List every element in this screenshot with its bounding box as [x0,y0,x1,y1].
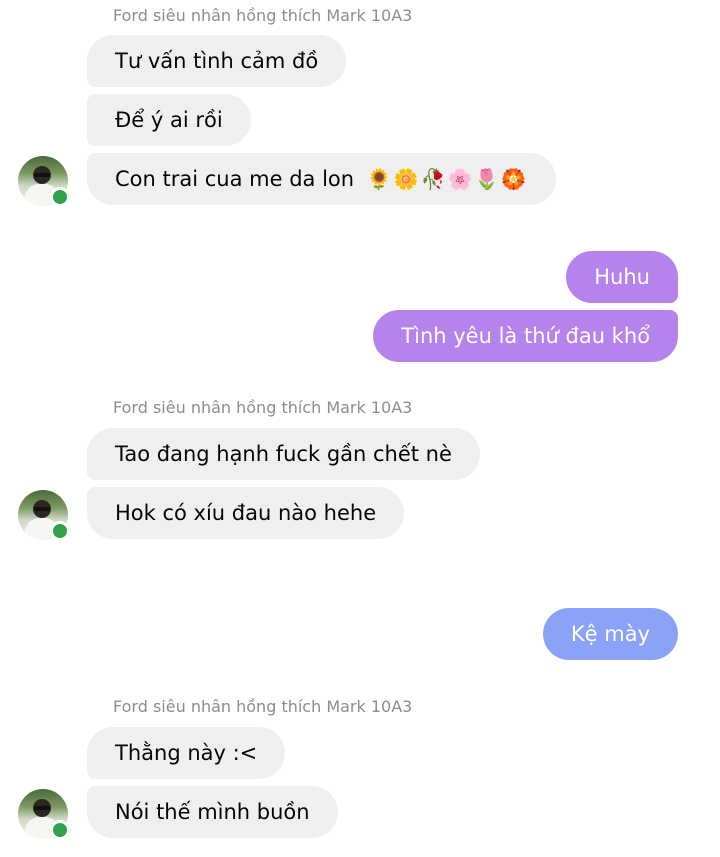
message-bubble[interactable]: Con trai cua me da lon 🌻 🌼 🥀 🌸 🌷 🏵️ [87,153,557,205]
message-text: Hok có xíu đau nào hehe [115,501,377,525]
message-text: Huhu [594,265,650,289]
message-text: Tư vấn tình cảm đồ [115,49,319,73]
blossom-emoji: 🌼 [393,167,419,191]
message-bubble[interactable]: Tao đang hạnh fuck gần chết nè [87,428,480,480]
message-bubble[interactable]: Huhu [566,251,678,303]
wilted-rose-emoji: 🥀 [420,167,446,191]
cherry-blossom-emoji: 🌸 [447,167,473,191]
message-text: Để ý ai rồi [115,108,223,132]
message-text: Kệ mày [570,622,650,646]
online-status-icon [50,820,70,840]
online-status-icon [50,521,70,541]
emoji-list: 🌻 🌼 🥀 🌸 🌷 🏵️ [367,153,528,205]
user-avatar-icon[interactable] [18,156,70,207]
message-text: Thằng này :< [115,741,258,765]
user-avatar-icon[interactable] [18,490,70,541]
message-text: Nói thế mình buồn [115,800,310,824]
sunflower-emoji: 🌻 [366,167,392,191]
message-text: Tình yêu là thứ đau khổ [401,324,650,348]
message-bubble[interactable]: Kệ mày [542,608,678,660]
tulip-emoji: 🌷 [474,167,500,191]
message-bubble[interactable]: Thằng này :< [87,727,286,779]
sender-name: Ford siêu nhân hồng thích Mark 10A3 [113,697,413,716]
online-status-icon [50,187,70,207]
user-avatar-icon[interactable] [18,789,70,840]
rosette-emoji: 🏵️ [501,167,527,191]
message-bubble[interactable]: Hok có xíu đau nào hehe [87,487,405,539]
message-text: Con trai cua me da lon [115,167,355,191]
sender-name: Ford siêu nhân hồng thích Mark 10A3 [113,6,413,25]
message-bubble[interactable]: Tình yêu là thứ đau khổ [373,310,678,362]
message-bubble[interactable]: Tư vấn tình cảm đồ [87,35,347,87]
message-bubble[interactable]: Nói thế mình buồn [87,786,338,838]
message-bubble[interactable]: Để ý ai rồi [87,94,251,146]
message-text: Tao đang hạnh fuck gần chết nè [115,442,452,466]
sender-name: Ford siêu nhân hồng thích Mark 10A3 [113,398,413,417]
